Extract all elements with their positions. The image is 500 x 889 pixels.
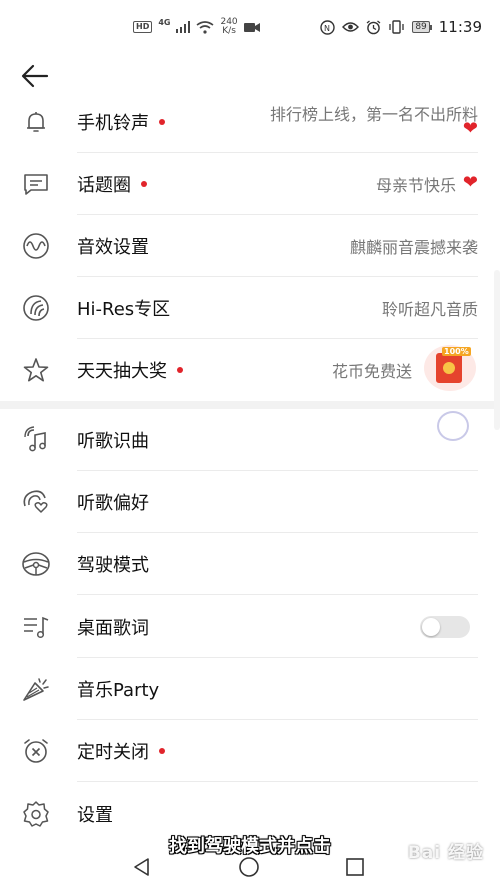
- alarm-icon: [366, 19, 381, 34]
- wifi-icon: [197, 20, 214, 34]
- menu-item-text: 听歌识曲: [77, 431, 149, 452]
- menu-item-sound-effects[interactable]: 音效设置 麒麟丽音震撼来袭: [0, 215, 500, 277]
- menu-item-label: 听歌识曲: [77, 427, 149, 453]
- vibrate-icon: [389, 20, 404, 34]
- status-left: HD 4G 240 K/s: [133, 18, 260, 36]
- preference-heart-icon: [20, 486, 52, 518]
- red-packet-icon[interactable]: 100%: [424, 345, 476, 391]
- square-recents-icon: [346, 858, 364, 876]
- menu-item-topics[interactable]: 话题圈 母亲节快乐 ❤: [0, 153, 500, 215]
- menu-item-driving-mode[interactable]: 驾驶模式: [0, 533, 500, 595]
- waveform-icon: [20, 230, 52, 262]
- menu-item-label: 听歌偏好: [77, 489, 149, 515]
- star-icon: [20, 354, 52, 386]
- hd-badge: HD: [133, 21, 153, 33]
- red-packet-seal: [443, 362, 455, 374]
- menu-item-hi-res[interactable]: Hi-Res专区 聆听超凡音质: [0, 277, 500, 339]
- net-speed: 240 K/s: [220, 18, 237, 36]
- menu-item-text: 听歌偏好: [77, 493, 149, 514]
- menu-item-hint: 麒麟丽音震撼来袭: [349, 238, 478, 257]
- menu-item-text: 手机铃声: [77, 113, 149, 134]
- circle-home-icon: [239, 857, 259, 877]
- new-dot: [159, 119, 165, 125]
- svg-text:N: N: [324, 24, 330, 33]
- battery-icon: 89: [412, 21, 432, 33]
- menu-item-label: 音效设置: [77, 233, 149, 259]
- scroll-indicator: [494, 270, 500, 430]
- nav-recents-button[interactable]: [345, 857, 369, 877]
- nav-home-button[interactable]: [238, 857, 262, 877]
- battery-tip: [429, 24, 432, 30]
- bell-icon: [20, 106, 52, 138]
- menu-item-text: 驾驶模式: [77, 555, 149, 576]
- status-right: N 89 11:39: [320, 18, 482, 36]
- menu-item-hint: 聆听超凡音质: [381, 300, 478, 319]
- new-dot: [177, 367, 183, 373]
- menu-item-label: 定时关闭: [77, 738, 165, 764]
- menu-item-label: 天天抽大奖: [77, 357, 183, 383]
- menu-item-text: 音乐Party: [77, 680, 160, 701]
- eye-icon: [342, 22, 360, 32]
- status-bar: HD 4G 240 K/s N 89 11:39: [0, 0, 500, 58]
- clock: 11:39: [438, 18, 482, 36]
- heart-icon: ❤: [462, 172, 478, 193]
- menu-item-label: 设置: [77, 801, 113, 827]
- gear-icon: [20, 798, 52, 830]
- menu-item-label: 话题圈: [77, 171, 147, 197]
- menu-item-label: Hi-Res专区: [77, 295, 170, 321]
- menu-item-ringtone[interactable]: 手机铃声 排行榜上线，第一名不出所料 ❤: [0, 91, 500, 153]
- menu-item-label: 驾驶模式: [77, 551, 149, 577]
- triangle-back-icon: [134, 858, 149, 876]
- menu-item-sleep-timer[interactable]: 定时关闭: [0, 720, 500, 782]
- nav-back-button[interactable]: [132, 857, 156, 877]
- divider: [77, 594, 478, 595]
- floating-ball[interactable]: [437, 411, 469, 441]
- new-dot: [141, 181, 147, 187]
- menu-item-label: 手机铃声: [77, 109, 165, 135]
- menu-item-text: 话题圈: [77, 175, 131, 196]
- music-recognition-icon: [20, 424, 52, 456]
- heart-icon: ❤: [462, 118, 478, 139]
- menu-item-text: Hi-Res专区: [77, 299, 171, 320]
- menu-item-text: 音效设置: [77, 237, 149, 258]
- desktop-lyrics-toggle[interactable]: [420, 616, 470, 638]
- lyrics-icon: [20, 611, 52, 643]
- battery-level: 89: [412, 21, 430, 33]
- back-button[interactable]: [20, 62, 54, 92]
- net-speed-unit: K/s: [222, 26, 236, 36]
- signal-icon: [176, 21, 191, 33]
- hi-res-icon: [20, 292, 52, 324]
- menu-item-hint: 花币免费送: [331, 362, 412, 381]
- section-separator: [0, 401, 500, 409]
- toggle-knob: [422, 618, 440, 636]
- menu-item-text: 桌面歌词: [77, 618, 149, 639]
- menu-item-label: 桌面歌词: [77, 614, 149, 640]
- watermark: Bai 经验: [407, 843, 484, 863]
- menu-item-music-party[interactable]: 音乐Party: [0, 658, 500, 720]
- menu-item-listening-preference[interactable]: 听歌偏好: [0, 471, 500, 533]
- chat-icon: [20, 168, 52, 200]
- arrow-left-icon: [21, 64, 49, 88]
- video-camera-icon: [243, 22, 260, 32]
- network-type: 4G: [158, 18, 171, 27]
- menu-item-label: 音乐Party: [77, 676, 159, 702]
- party-horn-icon: [20, 673, 52, 705]
- menu-item-text: 设置: [77, 805, 113, 826]
- nfc-icon: N: [320, 19, 336, 35]
- menu-item-song-recognition[interactable]: 听歌识曲: [0, 409, 500, 471]
- divider: [77, 781, 478, 782]
- new-dot: [159, 748, 165, 754]
- menu-item-hint: 母亲节快乐: [375, 176, 456, 195]
- menu-item-desktop-lyrics[interactable]: 桌面歌词: [0, 596, 500, 658]
- alarm-clock-icon: [20, 735, 52, 767]
- menu-item-text: 天天抽大奖: [77, 361, 167, 382]
- menu-item-hint: 排行榜上线，第一名不出所料: [269, 105, 478, 125]
- red-packet-badge: 100%: [442, 347, 471, 356]
- steering-wheel-icon: [20, 548, 52, 580]
- menu-item-text: 定时关闭: [77, 742, 149, 763]
